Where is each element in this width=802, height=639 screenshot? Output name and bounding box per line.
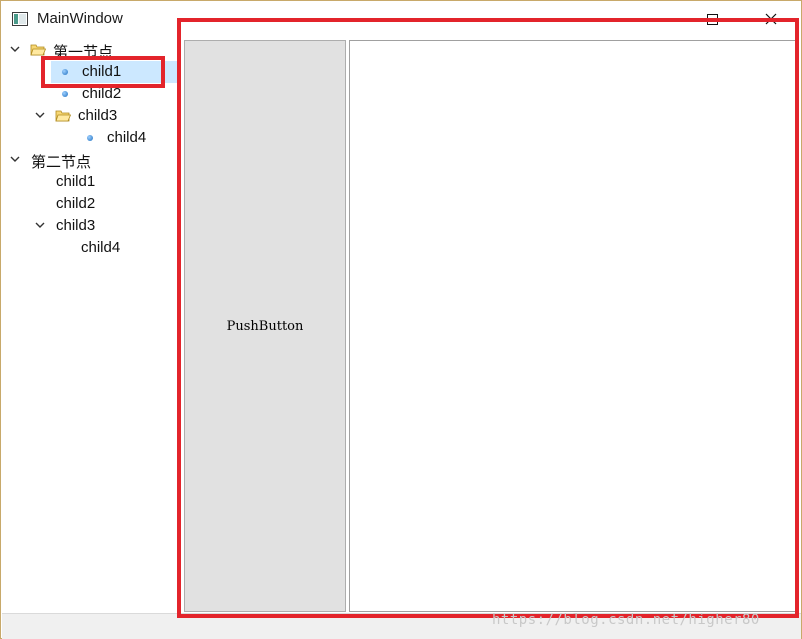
tree-item-label: child1 (82, 63, 122, 80)
tree-item-label: child4 (81, 239, 121, 256)
tree-item-label: child1 (56, 173, 96, 190)
leaf-bullet-icon (87, 135, 93, 141)
chevron-down-icon[interactable] (34, 109, 46, 121)
chevron-down-icon[interactable] (9, 153, 21, 165)
tree-item-label: child3 (78, 107, 118, 124)
chevron-down-icon[interactable] (9, 43, 21, 55)
tree-child-item[interactable]: child1 (2, 61, 178, 83)
window-title: MainWindow (37, 10, 123, 27)
tree-child-item[interactable]: child1 (2, 171, 178, 193)
tree-child-item[interactable]: child3 (2, 105, 178, 127)
tree-child-item[interactable]: child3 (2, 215, 178, 237)
tree-item-label: 第一节点 (53, 44, 114, 61)
watermark: https://blog.csdn.net/higher80 (492, 612, 760, 628)
maximize-icon (707, 14, 718, 25)
tree-root-item-1[interactable]: 第一节点 (2, 39, 178, 61)
leaf-bullet-icon (62, 69, 68, 75)
tree-grandchild-item[interactable]: child4 (2, 237, 178, 259)
tree-item-label: child3 (56, 217, 96, 234)
tree-item-label: child2 (82, 85, 122, 102)
tree-child-item[interactable]: child2 (2, 193, 178, 215)
tree-item-label: 第二节点 (31, 154, 92, 171)
tree-child-item[interactable]: child2 (2, 83, 178, 105)
leaf-bullet-icon (62, 91, 68, 97)
folder-open-icon (55, 110, 71, 122)
app-icon (12, 12, 28, 26)
folder-open-icon (30, 44, 46, 56)
title-bar[interactable]: MainWindow (1, 1, 801, 37)
text-edit-pane[interactable] (349, 40, 797, 612)
tree-grandchild-item[interactable]: child4 (2, 127, 178, 149)
tree-item-label: child2 (56, 195, 96, 212)
chevron-down-icon[interactable] (34, 219, 46, 231)
maximize-button[interactable] (684, 1, 742, 37)
main-window: MainWindow 第一节点 child1 child2 child3 chi… (0, 0, 802, 639)
push-button[interactable]: PushButton (184, 40, 346, 612)
tree-widget[interactable]: 第一节点 child1 child2 child3 child4 第二节点 ch… (2, 39, 178, 612)
tree-item-label: child4 (107, 129, 147, 146)
tree-root-item-2[interactable]: 第二节点 (2, 149, 178, 171)
close-button[interactable] (743, 1, 801, 37)
close-icon (765, 13, 777, 25)
